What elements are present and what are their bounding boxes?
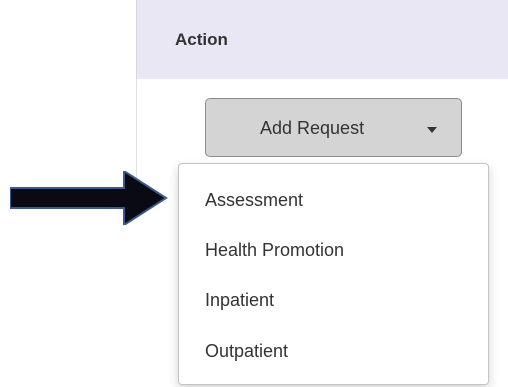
add-request-dropdown-menu: Assessment Health Promotion Inpatient Ou…: [178, 163, 489, 385]
add-request-label: Add Request: [260, 118, 365, 138]
menu-item-inpatient[interactable]: Inpatient: [205, 290, 274, 311]
add-request-button[interactable]: Add Request: [205, 98, 462, 157]
right-arrow-icon: [10, 171, 168, 225]
menu-item-health-promotion[interactable]: Health Promotion: [205, 240, 344, 261]
table-header: Action: [136, 0, 508, 79]
menu-item-assessment[interactable]: Assessment: [205, 190, 303, 211]
caret-down-icon: [427, 127, 437, 133]
menu-item-outpatient[interactable]: Outpatient: [205, 341, 288, 362]
arrow-shape: [10, 171, 168, 225]
action-column-header: Action: [175, 30, 228, 49]
